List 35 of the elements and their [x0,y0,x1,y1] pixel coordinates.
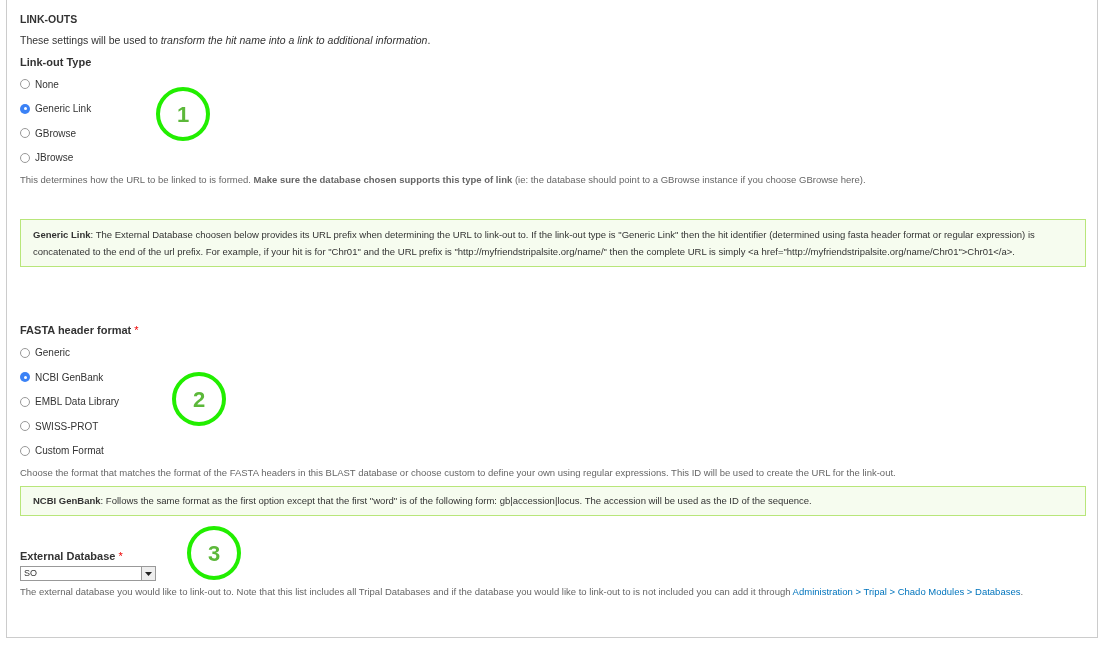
radio-option[interactable]: Generic Link [20,96,92,121]
radio-button[interactable] [20,347,30,358]
info-message: NCBI GenBank: Follows the same format as the first option except that the first "word" is of the following form: gb|accession|locus. The accession will be used as the ID of the sequence. [20,486,1086,517]
required-marker: * [134,323,139,338]
radio-button[interactable] [20,396,30,407]
field-label: External Database * [20,546,123,567]
radio-option[interactable]: SWISS-PROT [20,413,99,439]
radio-option[interactable]: JBrowse [20,145,74,170]
radio-button[interactable] [20,152,30,163]
radio-option[interactable]: Custom Format [20,438,104,463]
help-text: This determines how the URL to be linked to is formed. Make sure the database chosen supports this type of link (ie: the database should point to a GBrowse instance if you choose GBrowse here). [20,173,867,187]
radio-button[interactable] [20,445,30,456]
callout-marker: 3 [187,526,241,580]
callout-marker: 2 [172,372,226,426]
radio-button[interactable] [20,79,30,90]
select-dropdown[interactable]: SO [20,566,156,582]
help-text: The external database you would like to link-out to. Note that this list includes all Tripal Databases and if the database you would like to link-out to is not included you can add it through Administration > Tripal > Chado Modules > Databases. [20,586,1025,599]
radio-option[interactable]: None [20,72,59,97]
section-description: These settings will be used to transform the hit name into a link to additional information. [20,33,431,49]
help-text: Choose the format that matches the format of the FASTA headers in this BLAST database or choose custom to define your own using regular expressions. This ID will be used to create the URL for the link-out. [20,465,897,480]
caret-icon [145,571,152,576]
info-message: Generic Link: The External Database choosen below provides its URL prefix when determining the URL to link-out to. If the link-out type is "Generic Link" then the hit identifier (determined using fasta header format or regular expression) is concatenated to the end of the url prefix. For example, if your hit is for "Chr01" and the URL prefix is "http://myfriendstripalsite.org/name/" then the complete URL is simply <a href="http://myfriendstripalsite.org/name/Chr01">Chr01</a>. [20,219,1086,268]
section-title: LINK-OUTS [20,12,79,27]
radio-option[interactable]: NCBI GenBank [20,364,104,390]
field-label: Link-out Type [20,54,92,70]
callout-marker: 1 [156,87,210,141]
radio-button[interactable] [20,103,30,114]
radio-option[interactable]: Generic [20,340,70,365]
radio-button[interactable] [20,372,30,382]
field-label: FASTA header format * [20,320,139,341]
radio-option[interactable]: GBrowse [20,121,77,146]
radio-option[interactable]: EMBL Data Library [20,389,120,414]
radio-button[interactable] [20,421,30,431]
required-marker: * [118,549,123,564]
radio-button[interactable] [20,128,30,139]
